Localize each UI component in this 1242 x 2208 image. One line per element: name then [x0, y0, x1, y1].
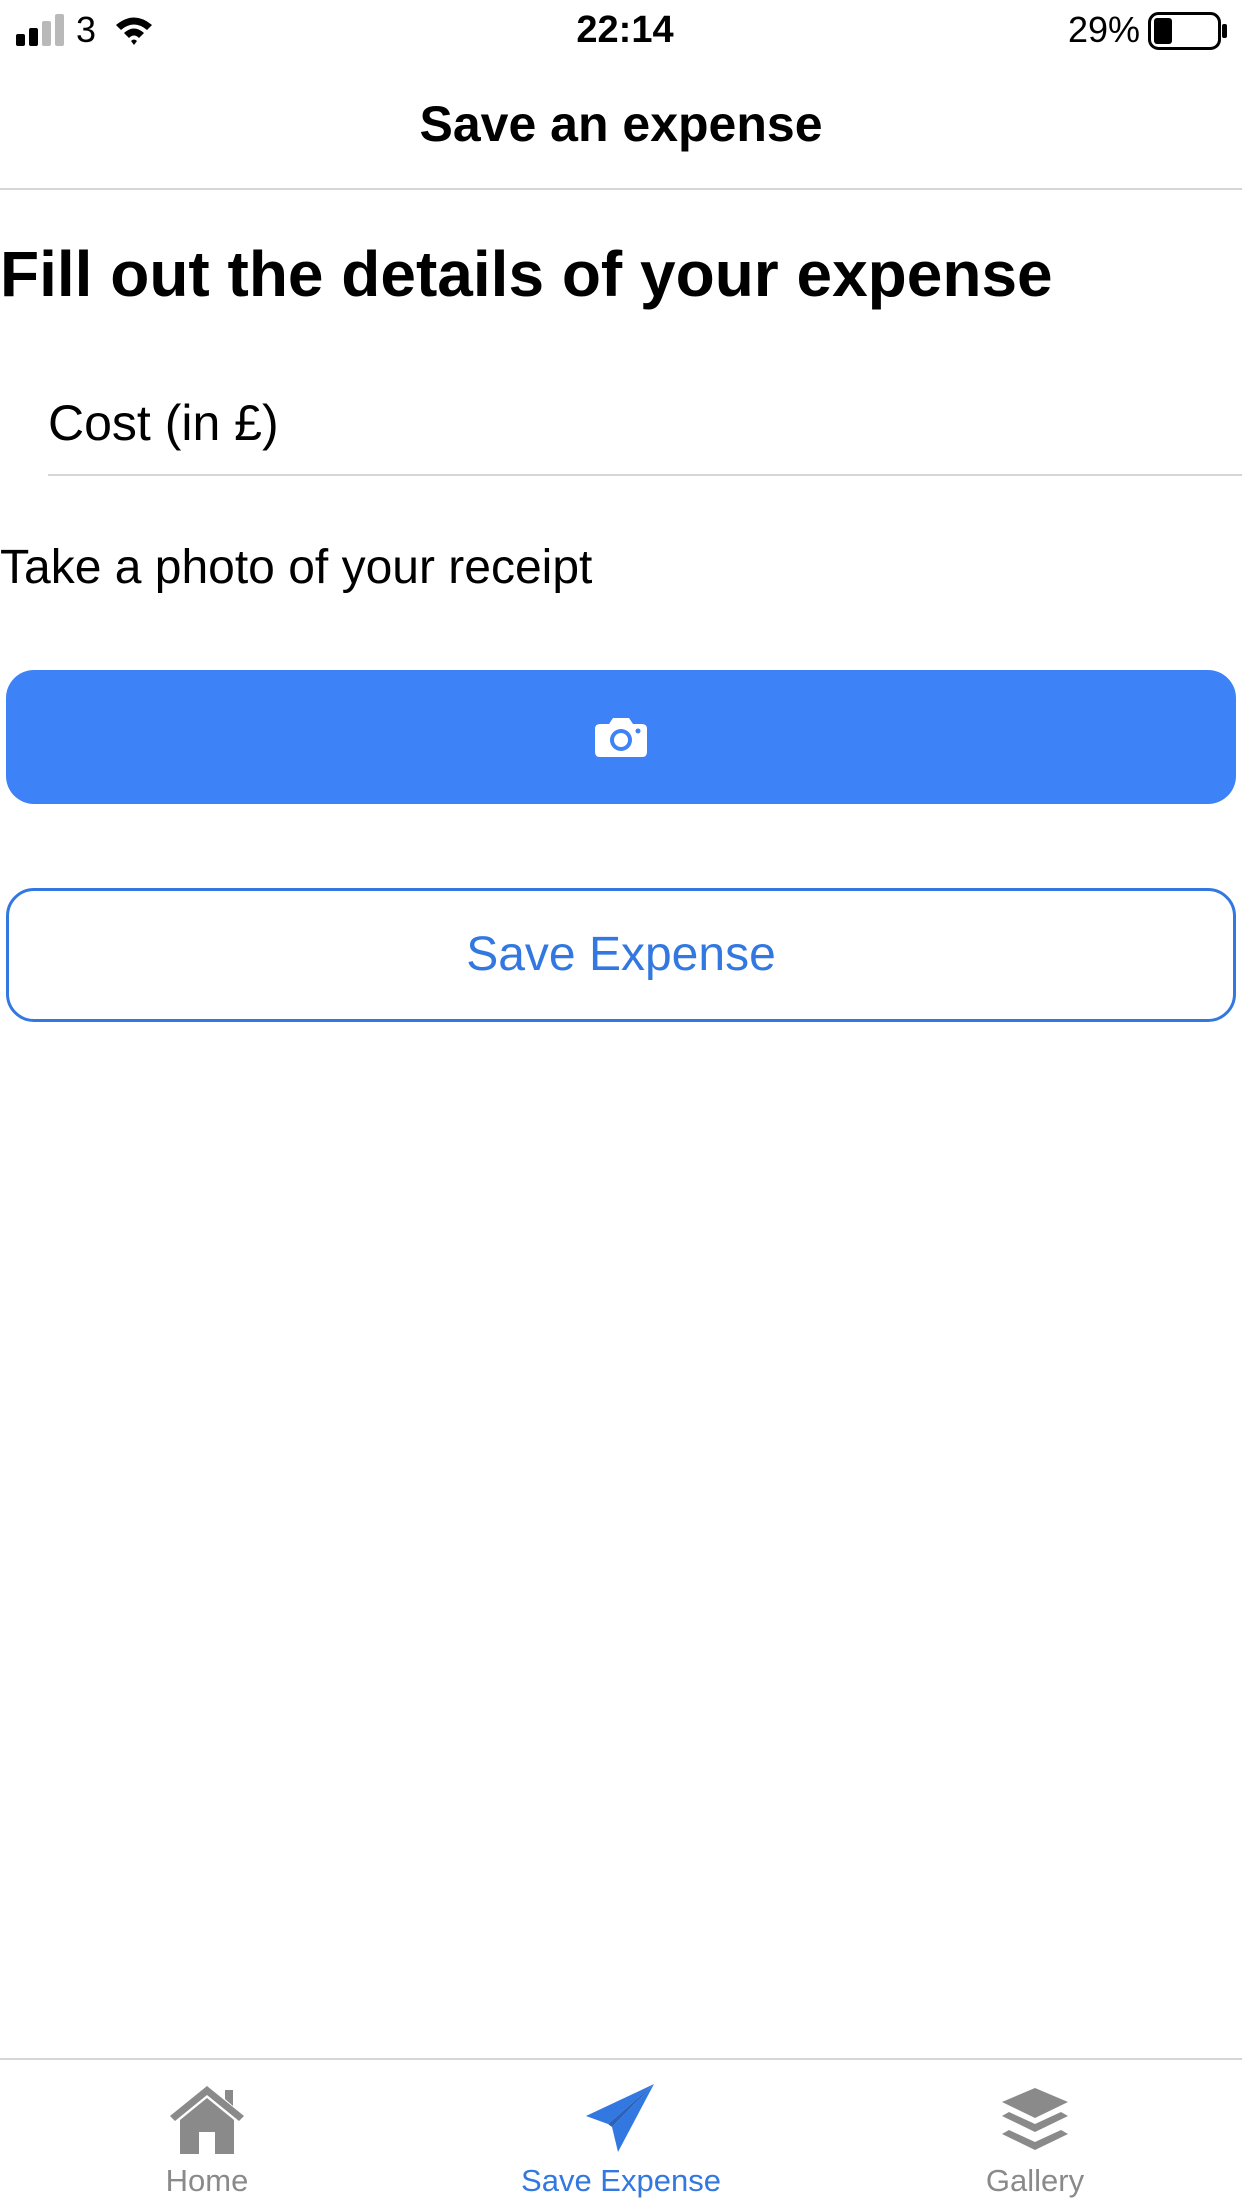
- navigation-header: Save an expense: [0, 62, 1242, 190]
- tab-gallery-label: Gallery: [985, 2163, 1085, 2198]
- layers-icon: [1002, 2088, 1068, 2150]
- tab-save-expense-label: Save Expense: [521, 2163, 721, 2198]
- page-title: Save an expense: [419, 96, 823, 152]
- battery-percentage: 29%: [1067, 9, 1140, 50]
- tab-home[interactable]: Home: [0, 2060, 414, 2208]
- paper-plane-icon: [586, 2084, 654, 2152]
- tab-gallery[interactable]: Gallery: [828, 2060, 1242, 2208]
- save-expense-screen: 3 22:14 29% Save an expense Fill out the…: [0, 0, 1242, 2208]
- tab-bar: Home Save Expense Gallery: [0, 2058, 1242, 2208]
- save-expense-button[interactable]: Save Expense: [6, 888, 1236, 1022]
- battery-icon: [1148, 12, 1227, 50]
- tab-save-expense[interactable]: Save Expense: [414, 2060, 828, 2208]
- status-bar: 3 22:14 29%: [0, 0, 1242, 62]
- status-time: 22:14: [576, 9, 674, 51]
- battery-level-fill: [1154, 18, 1172, 44]
- form-heading: Fill out the details of your expense: [0, 238, 1053, 310]
- home-icon: [170, 2086, 244, 2154]
- tab-home-label: Home: [165, 2163, 249, 2198]
- receipt-photo-label: Take a photo of your receipt: [0, 541, 593, 594]
- take-photo-button[interactable]: [6, 670, 1236, 804]
- camera-icon: [595, 718, 647, 757]
- cost-input[interactable]: [48, 372, 1242, 476]
